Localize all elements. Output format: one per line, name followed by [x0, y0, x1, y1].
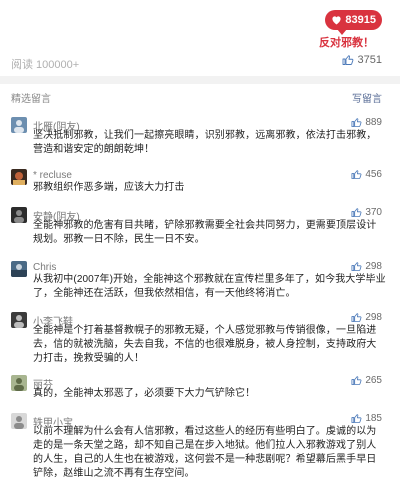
thumbs-up-icon: [351, 170, 362, 180]
comment-nickname: Chris: [33, 262, 57, 273]
comment-nickname: * recluse: [33, 170, 72, 181]
comment-text: 全能神是个打着基督教幌子的邪教无疑，个人感觉邪教与传销很像，一旦陷进去，信的就被…: [33, 325, 377, 364]
avatar[interactable]: [11, 169, 27, 185]
comment-like-button[interactable]: 370: [351, 207, 382, 218]
avatar[interactable]: [11, 207, 27, 223]
comment-like-count: 370: [365, 207, 382, 218]
comment-like-count: 456: [365, 169, 382, 180]
comment-like-button[interactable]: 298: [351, 261, 382, 272]
avatar[interactable]: [11, 312, 27, 328]
comment-like-count: 265: [365, 375, 382, 386]
like-count-value: 83915: [345, 14, 376, 26]
thumbs-up-icon: [351, 118, 362, 128]
comment-like-button[interactable]: 456: [351, 169, 382, 180]
comments-header: 精选留言 写留言: [0, 90, 400, 106]
comment-like-count: 889: [365, 117, 382, 128]
comment-like-count: 298: [365, 312, 382, 323]
comment-text: 以前不理解为什么会有人信邪教，看过这些人的经历有些明白了。虔诚的以为走的是一条天…: [33, 426, 377, 479]
read-count: 阅读 100000+: [11, 59, 80, 71]
thumbs-up-icon: [351, 208, 362, 218]
comment-text: 全能神邪教的危害有目共睹，铲除邪教需要全社会共同努力，更需要顶层设计规划。邪教一…: [33, 220, 377, 245]
comment-like-count: 298: [365, 261, 382, 272]
article-footer: 83915 反对邪教！: [0, 0, 400, 49]
avatar[interactable]: [11, 261, 27, 277]
slogan-text: 反对邪教！: [319, 37, 374, 49]
comment-text: 真的，全能神太邪恶了，必须要下大力气铲除它！: [33, 388, 256, 399]
comment-like-button[interactable]: 265: [351, 375, 382, 386]
comment-text: 坚决抵制邪教，让我们一起擦亮眼睛，识别邪教，远离邪教，依法打击邪教，营造和谐安定…: [33, 130, 377, 155]
comment-like-button[interactable]: 185: [351, 413, 382, 424]
avatar[interactable]: [11, 117, 27, 133]
avatar[interactable]: [11, 413, 27, 429]
avatar[interactable]: [11, 375, 27, 391]
heart-icon: [331, 15, 342, 25]
comment-text: 从我初中(2007年)开始，全能神这个邪教就在宣传栏里多年了，如今我大学毕业了，…: [33, 274, 386, 299]
article-like-count: 3751: [357, 54, 382, 66]
comment-like-count: 185: [365, 413, 382, 424]
section-title: 精选留言: [11, 94, 51, 105]
comment-like-button[interactable]: 889: [351, 117, 382, 128]
thumbs-up-icon: [342, 55, 353, 65]
thumbs-up-icon: [351, 313, 362, 323]
like-count-badge[interactable]: 83915: [325, 10, 382, 35]
comment-like-button[interactable]: 298: [351, 312, 382, 323]
article-like-button[interactable]: 3751: [342, 54, 382, 66]
thumbs-up-icon: [351, 376, 362, 386]
thumbs-up-icon: [351, 414, 362, 424]
thumbs-up-icon: [351, 262, 362, 272]
comment-text: 邪教组织作恶多端，应该大力打击: [33, 182, 185, 193]
write-comment-button[interactable]: 写留言: [352, 90, 382, 105]
section-divider: [0, 76, 400, 84]
